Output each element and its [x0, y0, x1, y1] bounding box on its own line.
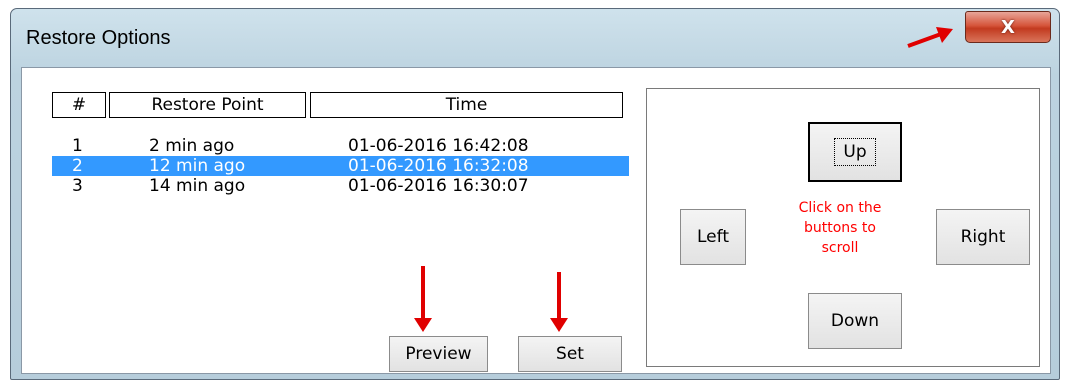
- down-button[interactable]: Down: [808, 293, 902, 349]
- column-header-number[interactable]: #: [52, 92, 106, 118]
- row-restore-point: 2 min ago: [149, 136, 235, 156]
- title-bar[interactable]: Restore Options X: [11, 9, 1059, 61]
- row-number: 3: [72, 176, 83, 196]
- window-title: Restore Options: [26, 27, 171, 49]
- scroll-hint-text: Click on the buttons to scroll: [790, 198, 890, 258]
- row-time: 01-06-2016 16:30:07: [348, 176, 529, 196]
- list-item[interactable]: 3 14 min ago 01-06-2016 16:30:07: [52, 176, 629, 196]
- close-icon: X: [1001, 16, 1015, 38]
- set-button[interactable]: Set: [518, 336, 622, 372]
- column-header-restore-point[interactable]: Restore Point: [109, 92, 306, 118]
- scroll-navigation-panel: Up Left Right Down Click on the buttons …: [646, 88, 1040, 367]
- annotation-arrow-set: [550, 272, 568, 332]
- hint-line-3: scroll: [821, 240, 859, 256]
- hint-line-2: buttons to: [804, 220, 876, 236]
- up-button[interactable]: Up: [808, 122, 902, 182]
- row-restore-point: 14 min ago: [149, 176, 246, 196]
- close-button[interactable]: X: [965, 11, 1051, 43]
- row-time: 01-06-2016 16:32:08: [348, 156, 529, 176]
- list-item-selected[interactable]: 2 12 min ago 01-06-2016 16:32:08: [52, 156, 629, 176]
- dialog-client-area: # Restore Point Time 1 2 min ago 01-06-2…: [21, 67, 1051, 374]
- preview-button[interactable]: Preview: [389, 336, 488, 372]
- row-restore-point: 12 min ago: [149, 156, 246, 176]
- row-number: 2: [72, 156, 83, 176]
- annotation-arrow-preview: [414, 266, 432, 332]
- column-header-time[interactable]: Time: [310, 92, 623, 118]
- restore-options-window: Restore Options X # Restore Point Time 1…: [10, 8, 1060, 380]
- list-item[interactable]: 1 2 min ago 01-06-2016 16:42:08: [52, 136, 629, 156]
- up-button-label: Up: [834, 138, 876, 166]
- annotation-arrow-close: [907, 27, 953, 48]
- row-number: 1: [72, 136, 83, 156]
- right-button[interactable]: Right: [936, 209, 1030, 265]
- row-time: 01-06-2016 16:42:08: [348, 136, 529, 156]
- left-button[interactable]: Left: [680, 209, 746, 265]
- hint-line-1: Click on the: [798, 200, 882, 216]
